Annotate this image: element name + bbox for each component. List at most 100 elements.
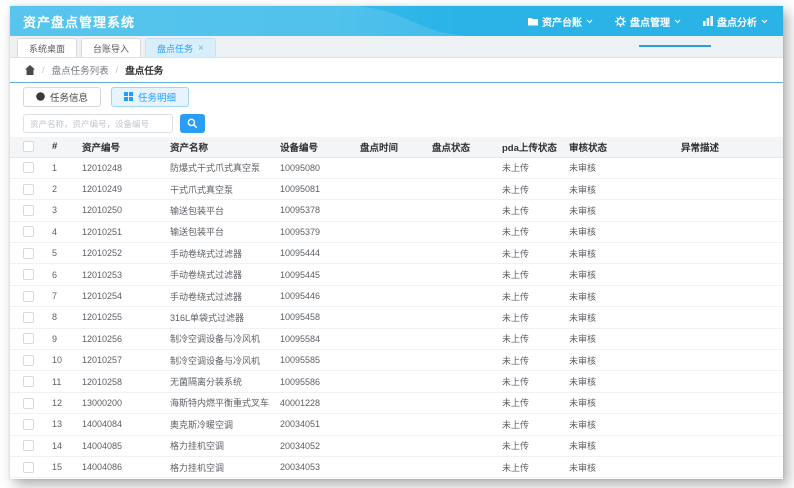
table-row: 13 14004084 奥克斯冷暖空调 20034051 未上传 未审核 [10, 413, 783, 436]
row-checkbox[interactable] [23, 333, 34, 345]
cell-name: 手动卷绕式过滤器 [164, 285, 274, 308]
cell-asset_no: 12010252 [76, 242, 164, 265]
cell-status [426, 370, 496, 393]
cell-device_no: 10095458 [274, 306, 354, 329]
detail-tab-bar: 任务信息 任务明细 [10, 83, 783, 110]
search-input[interactable] [23, 114, 173, 133]
row-checkbox[interactable] [23, 311, 34, 323]
row-checkbox[interactable] [23, 418, 34, 430]
row-checkbox[interactable] [23, 247, 34, 259]
cell-audit: 未审核 [563, 285, 675, 308]
cell-pda: 未上传 [496, 285, 563, 308]
cell-pda: 未上传 [496, 306, 563, 329]
cell-pda: 未上传 [496, 349, 563, 372]
select-all-checkbox[interactable] [23, 141, 34, 153]
cell-asset_no: 14004085 [76, 435, 164, 457]
tab-system-desktop[interactable]: 系统桌面 [17, 38, 78, 57]
tab-label: 台账导入 [93, 43, 130, 54]
cell-pda: 未上传 [496, 435, 563, 457]
col-inventory-time: 盘点时间 [354, 137, 426, 158]
cell-idx: 4 [46, 221, 76, 244]
row-checkbox[interactable] [23, 183, 34, 195]
cell-device_no: 20034053 [274, 456, 354, 479]
cell-audit: 未审核 [563, 221, 675, 244]
tab-task-info[interactable]: 任务信息 [23, 86, 102, 107]
cell-desc [675, 370, 783, 393]
cell-status [426, 435, 496, 457]
menu-item-inventory-management[interactable]: 盘点管理 [604, 6, 692, 36]
col-audit-status: 审核状态 [563, 137, 675, 158]
app-window: 资产盘点管理系统 资产台账 盘点管理 盘点分析 系统桌面 台账导入 盘点任务 ×… [10, 6, 783, 479]
cell-name: 制冷空调设备与冷风机 [164, 328, 274, 351]
close-icon[interactable]: × [198, 43, 204, 53]
cell-name: 制冷空调设备与冷风机 [164, 349, 274, 372]
menu-item-asset-ledger[interactable]: 资产台账 [517, 6, 604, 36]
tab-inventory-task[interactable]: 盘点任务 × [145, 38, 216, 57]
header-menu: 资产台账 盘点管理 盘点分析 [517, 6, 783, 36]
cell-device_no: 10095081 [274, 178, 354, 201]
search-icon [187, 118, 198, 129]
cell-idx: 11 [46, 370, 76, 393]
row-checkbox[interactable] [23, 461, 34, 473]
table-row: 5 12010252 手动卷绕式过滤器 10095444 未上传 未审核 [10, 242, 783, 265]
cell-name: 输送包装平台 [164, 221, 274, 244]
cell-desc [675, 456, 783, 479]
cell-desc [675, 242, 783, 265]
cell-status [426, 221, 496, 244]
col-inventory-status: 盘点状态 [426, 137, 496, 158]
cell-audit: 未审核 [563, 370, 675, 393]
cell-pda: 未上传 [496, 199, 563, 222]
cell-name: 干式爪式真空泵 [164, 178, 274, 201]
breadcrumb-task-list[interactable]: 盘点任务列表 [52, 63, 109, 77]
cell-name: 316L单袋式过滤器 [164, 306, 274, 329]
cell-asset_no: 12010258 [76, 370, 164, 393]
cell-status [426, 456, 496, 479]
row-checkbox[interactable] [23, 269, 34, 281]
home-icon[interactable] [25, 65, 35, 75]
cell-status [426, 392, 496, 415]
asset-table-container: # 资产编号 资产名称 设备编号 盘点时间 盘点状态 pda上传状态 审核状态 … [10, 137, 783, 479]
cell-audit: 未审核 [563, 328, 675, 351]
cell-name: 奥克斯冷暖空调 [164, 413, 274, 436]
cell-device_no: 20034052 [274, 435, 354, 457]
cell-audit: 未审核 [563, 349, 675, 372]
row-checkbox[interactable] [23, 397, 34, 409]
menu-item-inventory-analysis[interactable]: 盘点分析 [692, 6, 779, 36]
col-exception-desc: 异常描述 [675, 137, 783, 158]
col-asset-no: 资产编号 [76, 137, 164, 158]
cell-status [426, 242, 496, 265]
tab-ledger-import[interactable]: 台账导入 [81, 38, 142, 57]
cell-name: 海斯特内燃平衡重式叉车 [164, 392, 274, 415]
cell-asset_no: 12010253 [76, 263, 164, 286]
cell-idx: 1 [46, 157, 76, 179]
row-checkbox[interactable] [23, 376, 34, 388]
cell-asset_no: 12010255 [76, 306, 164, 329]
row-checkbox[interactable] [23, 440, 34, 452]
table-row: 4 12010251 输送包装平台 10095379 未上传 未审核 [10, 221, 783, 244]
cell-status [426, 306, 496, 329]
cell-time [354, 349, 426, 372]
cell-status [426, 157, 496, 179]
cell-pda: 未上传 [496, 328, 563, 351]
tab-task-detail[interactable]: 任务明细 [111, 86, 190, 107]
cell-device_no: 10095379 [274, 221, 354, 244]
cell-audit: 未审核 [563, 392, 675, 415]
app-header: 资产盘点管理系统 资产台账 盘点管理 盘点分析 [10, 6, 783, 36]
row-checkbox[interactable] [23, 354, 34, 366]
row-checkbox[interactable] [23, 205, 34, 217]
cell-device_no: 10095586 [274, 370, 354, 393]
cell-time [354, 306, 426, 329]
cell-time [354, 157, 426, 179]
tab-label: 任务明细 [138, 92, 177, 104]
cell-asset_no: 12010254 [76, 285, 164, 308]
col-asset-name: 资产名称 [164, 137, 274, 158]
table-header-row: # 资产编号 资产名称 设备编号 盘点时间 盘点状态 pda上传状态 审核状态 … [10, 137, 783, 158]
table-row: 8 12010255 316L单袋式过滤器 10095458 未上传 未审核 [10, 306, 783, 329]
row-checkbox[interactable] [23, 162, 34, 174]
cell-idx: 8 [46, 306, 76, 329]
cell-desc [675, 157, 783, 179]
row-checkbox[interactable] [23, 290, 34, 302]
row-checkbox[interactable] [23, 226, 34, 238]
cell-idx: 14 [46, 435, 76, 457]
search-button[interactable] [180, 114, 205, 133]
